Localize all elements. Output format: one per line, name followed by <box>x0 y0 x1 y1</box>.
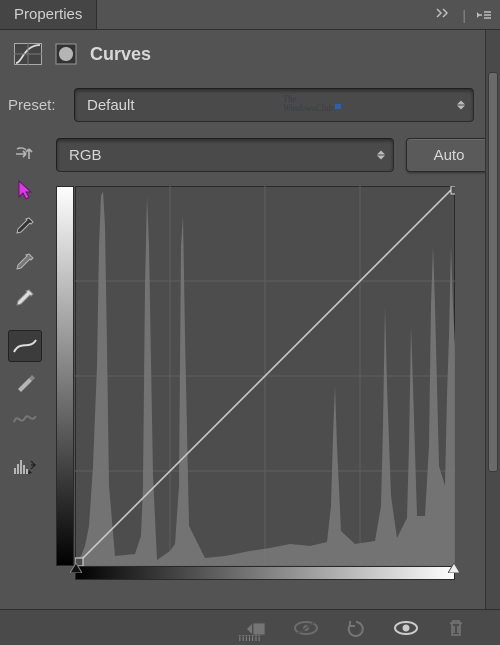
panel-scrollbar[interactable] <box>485 30 500 615</box>
smooth-curve-tool[interactable] <box>8 402 42 434</box>
gray-point-eyedropper[interactable] <box>8 246 42 278</box>
divider: | <box>462 7 466 23</box>
adjustment-header: Curves <box>0 30 500 84</box>
panel-header-right: | <box>436 7 500 23</box>
dropdown-arrows-icon <box>457 101 465 110</box>
black-point-eyedropper[interactable] <box>8 210 42 242</box>
panel-tab-properties[interactable]: Properties <box>0 0 97 29</box>
output-gradient <box>56 186 74 566</box>
watermark: TheWindowsClub <box>283 95 341 113</box>
preset-row: Preset: Default TheWindowsClub <box>8 88 492 122</box>
panel-title: Properties <box>14 6 82 23</box>
delete-icon[interactable] <box>442 616 470 640</box>
preset-value: Default <box>87 97 135 114</box>
channel-row: RGB Auto <box>56 138 492 172</box>
dropdown-arrows-icon <box>377 151 385 160</box>
input-gradient-row <box>56 566 492 580</box>
preset-dropdown[interactable]: Default TheWindowsClub <box>74 88 474 122</box>
scrollbar-thumb[interactable] <box>488 72 498 472</box>
preset-label: Preset: <box>8 97 64 114</box>
targeted-adjustment-tool[interactable] <box>8 138 42 170</box>
view-previous-state-icon[interactable] <box>292 616 320 640</box>
adjustment-title: Curves <box>90 44 151 65</box>
reset-icon[interactable] <box>342 616 370 640</box>
white-point-slider[interactable] <box>448 563 460 573</box>
white-point-eyedropper[interactable] <box>8 282 42 314</box>
input-gradient[interactable] <box>75 566 455 580</box>
auto-label: Auto <box>434 147 465 164</box>
channel-value: RGB <box>69 147 102 164</box>
curves-adjustment-icon[interactable] <box>14 42 42 66</box>
draw-curve-tool[interactable] <box>8 366 42 398</box>
histogram-options-tool[interactable] <box>8 450 42 482</box>
curves-area: RGB Auto <box>56 138 492 580</box>
bottom-bar: īīīīīīī <box>0 609 500 645</box>
collapse-icon[interactable] <box>436 7 452 22</box>
black-point-slider[interactable] <box>70 563 82 573</box>
tool-column <box>8 138 46 580</box>
panel-body: Preset: Default TheWindowsClub <box>0 84 500 580</box>
channel-dropdown[interactable]: RGB <box>56 138 394 172</box>
main-row: RGB Auto <box>8 138 492 580</box>
panel-menu-icon[interactable] <box>476 9 492 21</box>
pointer-tool[interactable] <box>8 174 42 206</box>
mask-icon[interactable] <box>52 42 80 66</box>
resize-grip[interactable]: īīīīīīī <box>239 634 262 643</box>
visibility-icon[interactable] <box>392 616 420 640</box>
graph-wrap <box>56 186 492 566</box>
panel-header: Properties | <box>0 0 500 30</box>
curves-graph[interactable] <box>75 186 455 566</box>
edit-points-tool[interactable] <box>8 330 42 362</box>
auto-button[interactable]: Auto <box>406 138 492 172</box>
